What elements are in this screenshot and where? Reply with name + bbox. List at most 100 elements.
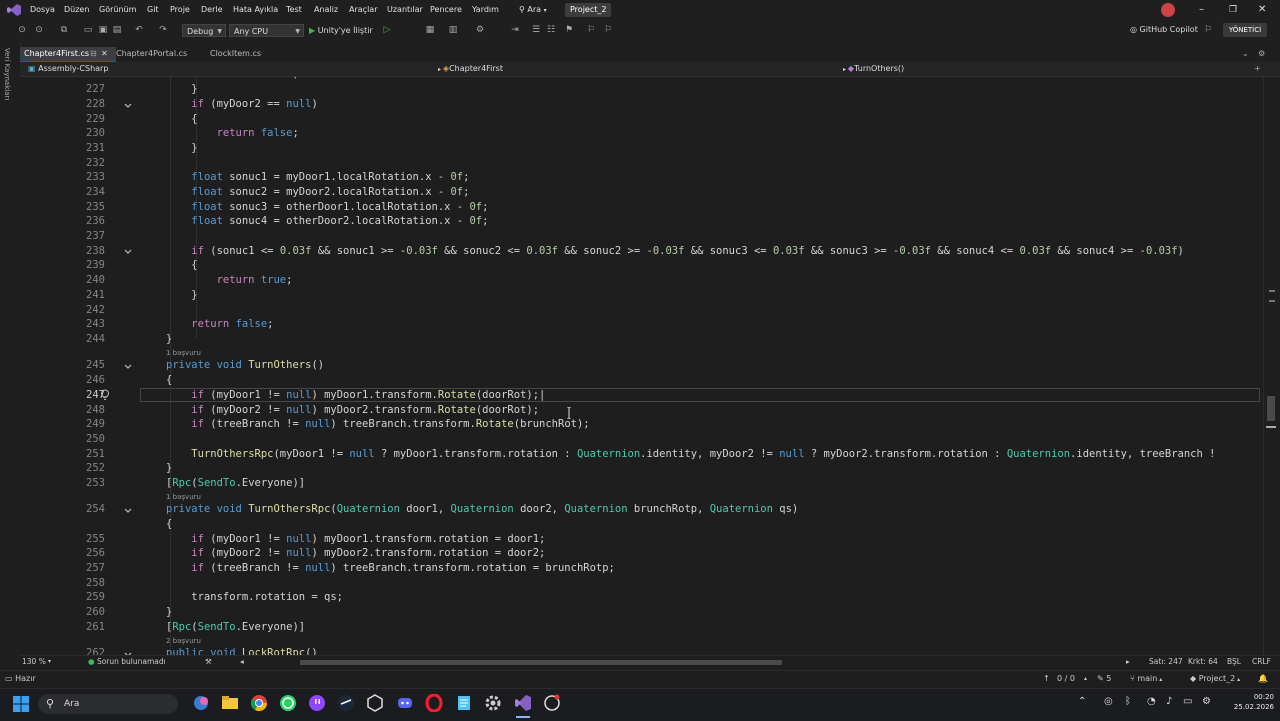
attach-unity-button[interactable]: ▶ Unity'ye İliştir bbox=[309, 24, 373, 37]
chevron-up-icon[interactable]: ▴ bbox=[1084, 672, 1087, 686]
fold-chevron-icon[interactable] bbox=[123, 101, 133, 111]
menu-analiz[interactable]: Analiz bbox=[314, 0, 338, 20]
menu-pencere[interactable]: Pencere bbox=[430, 0, 462, 20]
fold-chevron-icon[interactable] bbox=[123, 247, 133, 257]
minimize-icon[interactable]: – bbox=[1199, 0, 1204, 20]
whatsapp-icon[interactable] bbox=[279, 694, 297, 712]
tray-app-icon[interactable]: ◎ bbox=[1104, 696, 1113, 707]
start-without-debug-icon[interactable]: ▷ bbox=[381, 24, 393, 36]
feedback-icon[interactable]: ⚐ bbox=[1202, 24, 1214, 36]
menu-araclar[interactable]: Araçlar bbox=[349, 0, 377, 20]
up-arrow-icon[interactable]: ↑ bbox=[1043, 672, 1050, 686]
configuration-select[interactable]: Debug ▼ bbox=[182, 24, 226, 37]
restore-icon[interactable]: ❐ bbox=[1229, 0, 1237, 20]
settings-app-icon[interactable] bbox=[484, 694, 502, 712]
back-icon[interactable]: ⊙ bbox=[16, 24, 28, 36]
outdent-icon[interactable]: ☷ bbox=[545, 24, 557, 36]
tab-list-dropdown-icon[interactable]: ⌄ bbox=[1238, 47, 1249, 61]
menu-git[interactable]: Git bbox=[147, 0, 159, 20]
class-selector[interactable]: ▸ ◈Chapter4First bbox=[438, 62, 503, 76]
github-copilot-button[interactable]: ◎ GitHub Copilot bbox=[1130, 23, 1198, 37]
layout-icon[interactable]: ▥ bbox=[447, 24, 459, 36]
scroll-right-icon[interactable]: ▸ bbox=[1126, 655, 1130, 669]
tray-overflow-icon[interactable]: ⌃ bbox=[1078, 696, 1086, 707]
zoom-level[interactable]: 130 % bbox=[22, 655, 46, 669]
menu-uzantilar[interactable]: Uzantılar bbox=[387, 0, 423, 20]
tab-clockitem[interactable]: ClockItem.cs bbox=[206, 47, 280, 61]
copilot-app-icon[interactable] bbox=[192, 694, 210, 712]
reference-count-hint[interactable]: 2 başvuru bbox=[166, 637, 201, 645]
pin-icon[interactable]: ⊟ bbox=[90, 47, 97, 61]
notifications-icon[interactable]: 🔔 bbox=[1258, 672, 1268, 686]
issues-indicator[interactable]: ● Sorun bulunamadı bbox=[88, 655, 166, 669]
taskbar-search[interactable]: ⚲ Ara bbox=[38, 694, 178, 714]
file-explorer-icon[interactable] bbox=[221, 694, 239, 712]
indent-icon[interactable]: ☰ bbox=[530, 24, 542, 36]
battery-icon[interactable]: ▭ bbox=[1183, 696, 1192, 707]
bookmark-next-icon[interactable]: ⚐ bbox=[602, 24, 614, 36]
platform-select[interactable]: Any CPU ▼ bbox=[229, 24, 304, 37]
avatar[interactable] bbox=[1161, 3, 1175, 17]
chevron-down-icon[interactable]: ▾ bbox=[48, 655, 51, 669]
notepad-icon[interactable] bbox=[455, 694, 473, 712]
redo-icon[interactable]: ↷ bbox=[157, 24, 169, 36]
bluetooth-icon[interactable]: ᛒ bbox=[1125, 696, 1131, 707]
twitch-icon[interactable] bbox=[308, 694, 326, 712]
settings-icon[interactable]: ⚙ bbox=[1254, 47, 1265, 61]
menu-duzen[interactable]: Düzen bbox=[64, 0, 89, 20]
cleanup-icon[interactable]: ⚒ bbox=[205, 655, 212, 669]
line-ending-indicator[interactable]: CRLF bbox=[1252, 655, 1271, 669]
github-desktop-icon[interactable] bbox=[543, 694, 561, 712]
menu-yardim[interactable]: Yardım bbox=[472, 0, 499, 20]
hot-reload-icon[interactable]: ⚙ bbox=[474, 24, 486, 36]
vertical-scrollbar[interactable] bbox=[1263, 77, 1280, 655]
step-icon[interactable]: ⇥ bbox=[509, 24, 521, 36]
menu-hata-ayikla[interactable]: Hata Ayıkla bbox=[233, 0, 278, 20]
menu-dosya[interactable]: Dosya bbox=[30, 0, 55, 20]
member-selector[interactable]: ▸ ◆TurnOthers() bbox=[843, 62, 904, 76]
close-icon[interactable]: ✕ bbox=[101, 47, 108, 61]
branch-selector[interactable]: ⑂ main ▴ bbox=[1130, 672, 1162, 686]
opera-icon[interactable] bbox=[425, 694, 443, 712]
taskbar-clock[interactable]: 00:20 25.02.2026 bbox=[1228, 692, 1274, 712]
pending-changes[interactable]: ✎ 5 bbox=[1097, 672, 1111, 686]
forward-icon[interactable]: ⊙ bbox=[33, 24, 45, 36]
lightbulb-icon[interactable] bbox=[100, 389, 110, 401]
reference-count-hint[interactable]: 1 başvuru bbox=[166, 349, 201, 357]
code-editor[interactable]: 226 227 228 229 230 231 232 233 234 235 … bbox=[20, 77, 1263, 655]
column-indicator[interactable]: Krkt: 64 bbox=[1188, 655, 1218, 669]
save-icon[interactable]: ▣ bbox=[97, 24, 109, 36]
repo-selector[interactable]: ◆ Project_2 ▴ bbox=[1190, 672, 1240, 686]
menu-proje[interactable]: Proje bbox=[170, 0, 190, 20]
vertical-scroll-thumb[interactable] bbox=[1267, 396, 1275, 421]
bookmark-prev-icon[interactable]: ⚐ bbox=[585, 24, 597, 36]
undo-icon[interactable]: ↶ bbox=[133, 24, 145, 36]
settings-tray-icon[interactable]: ⚙ bbox=[1202, 696, 1211, 707]
error-count[interactable]: 0 / 0 bbox=[1057, 672, 1075, 686]
project-badge[interactable]: Project_2 bbox=[565, 3, 612, 17]
tab-chapter4first[interactable]: Chapter4First.cs ⊟ ✕ bbox=[20, 47, 116, 62]
fold-chevron-icon[interactable] bbox=[123, 506, 133, 516]
add-icon[interactable]: + bbox=[1254, 62, 1261, 76]
menu-derle[interactable]: Derle bbox=[201, 0, 223, 20]
insert-mode-indicator[interactable]: BŞL bbox=[1227, 655, 1241, 669]
close-icon[interactable]: ✕ bbox=[1258, 0, 1266, 20]
browser-icon[interactable]: ▦ bbox=[424, 24, 436, 36]
chrome-icon[interactable] bbox=[250, 694, 268, 712]
open-folder-icon[interactable]: ▭ bbox=[82, 24, 94, 36]
search-menu[interactable]: ⚲ Ara ▾ bbox=[519, 0, 547, 20]
scroll-left-icon[interactable]: ◂ bbox=[240, 655, 244, 669]
project-selector[interactable]: ▣ Assembly-CSharp bbox=[28, 62, 108, 76]
bookmark-icon[interactable]: ⚑ bbox=[563, 24, 575, 36]
menu-test[interactable]: Test bbox=[286, 0, 302, 20]
save-all-icon[interactable]: ▤ bbox=[111, 24, 123, 36]
network-icon[interactable]: ◔ bbox=[1147, 696, 1156, 707]
steam-icon[interactable] bbox=[337, 694, 355, 712]
solution-icon[interactable]: ⧉ bbox=[58, 24, 70, 36]
menu-gorunum[interactable]: Görünüm bbox=[99, 0, 136, 20]
fold-chevron-icon[interactable] bbox=[123, 362, 133, 372]
reference-count-hint[interactable]: 1 başvuru bbox=[166, 493, 201, 501]
unity-hub-icon[interactable] bbox=[366, 694, 384, 712]
visual-studio-taskbar-icon[interactable] bbox=[514, 694, 532, 712]
data-sources-tab[interactable]: Veri Kaynakları bbox=[3, 48, 11, 100]
